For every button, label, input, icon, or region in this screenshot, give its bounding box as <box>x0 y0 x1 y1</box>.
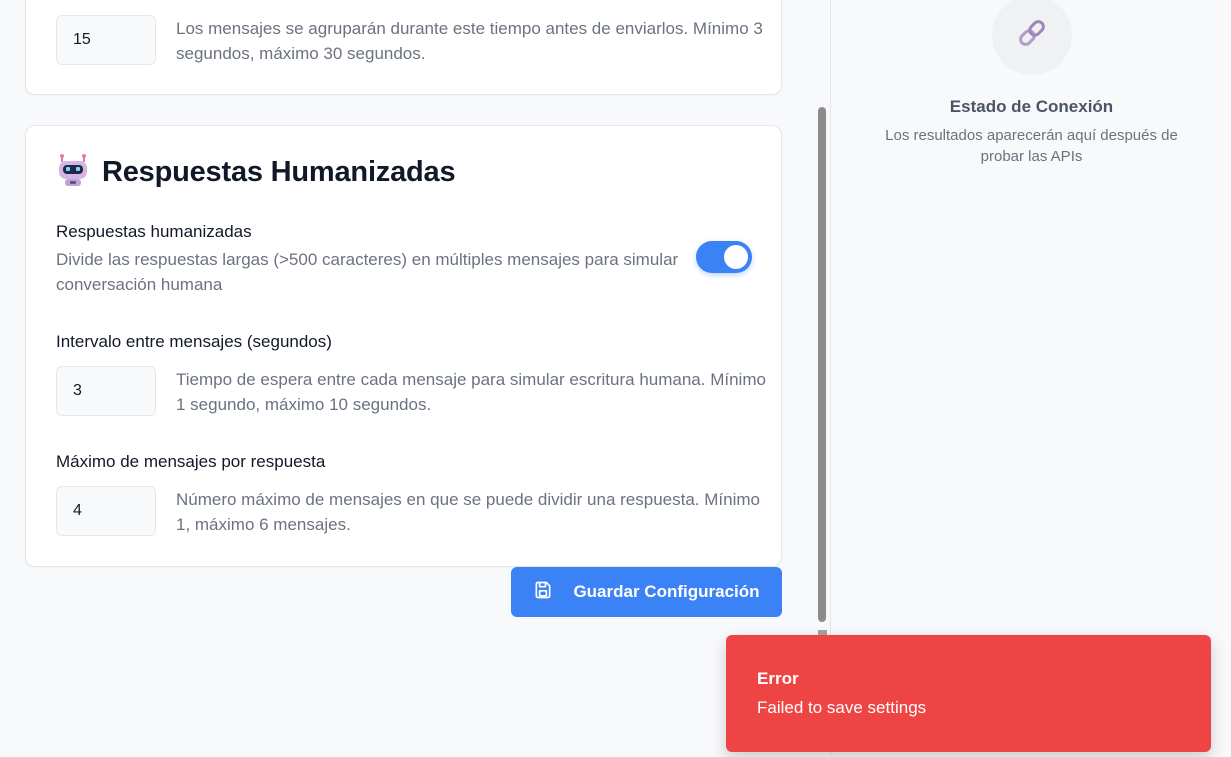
message-grouping-card: 15 Los mensajes se agruparán durante est… <box>25 0 782 95</box>
settings-page: 15 Los mensajes se agruparán durante est… <box>0 0 1231 757</box>
max-messages-input[interactable]: 4 <box>56 486 156 536</box>
interval-label: Intervalo entre mensajes (segundos) <box>56 332 332 351</box>
robot-icon <box>56 153 90 192</box>
connection-status-subtitle: Los resultados aparecerán aquí después d… <box>885 127 1178 165</box>
max-messages-label: Máximo de mensajes por respuesta <box>56 452 326 471</box>
save-button-label: Guardar Configuración <box>573 582 760 601</box>
toast-message: Failed to save settings <box>757 698 927 717</box>
section-header: Respuestas Humanizadas <box>56 153 456 192</box>
humanized-responses-card: Respuestas Humanizadas Respuestas humani… <box>25 125 782 567</box>
max-messages-help-text: Número máximo de mensajes en que se pued… <box>176 490 760 534</box>
scrollbar-thumb[interactable] <box>818 107 826 622</box>
link-icon <box>1015 16 1049 55</box>
error-toast[interactable]: Error Failed to save settings <box>726 635 1211 752</box>
grouping-help-text: Los mensajes se agruparán durante este t… <box>176 19 763 63</box>
connection-status-title: Estado de Conexión <box>949 97 1114 116</box>
humanized-toggle-label: Respuestas humanizadas <box>56 222 252 241</box>
interval-seconds-input[interactable]: 3 <box>56 366 156 416</box>
main-content: 15 Los mensajes se agruparán durante est… <box>0 0 820 757</box>
humanized-toggle[interactable] <box>696 241 752 273</box>
toggle-knob <box>724 245 748 269</box>
interval-help-text: Tiempo de espera entre cada mensaje para… <box>176 370 766 414</box>
grouping-seconds-input[interactable]: 15 <box>56 15 156 65</box>
humanized-toggle-description: Divide las respuestas largas (>500 carac… <box>56 250 679 294</box>
section-title: Respuestas Humanizadas <box>102 155 456 188</box>
toast-title: Error <box>757 669 799 688</box>
save-icon <box>533 580 553 605</box>
save-settings-button[interactable]: Guardar Configuración <box>511 567 782 617</box>
link-icon-container <box>992 0 1072 75</box>
